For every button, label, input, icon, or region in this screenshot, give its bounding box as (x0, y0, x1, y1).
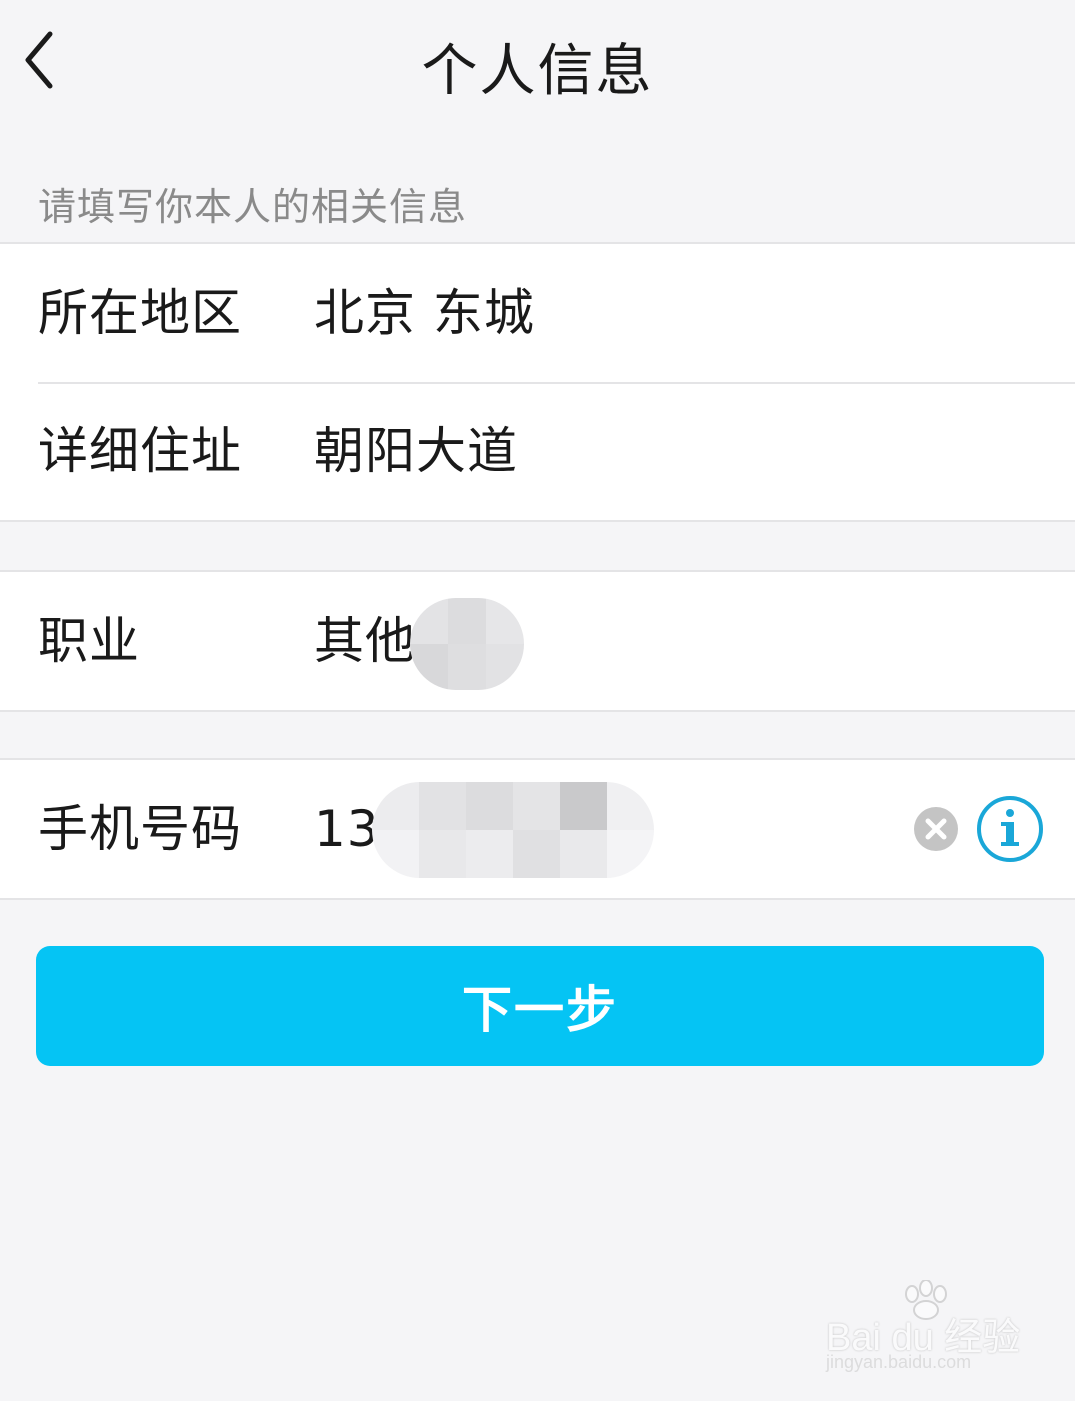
address-group: 所在地区 北京 东城 详细住址 朝阳大道 (0, 242, 1075, 522)
watermark-url: jingyan.baidu.com (826, 1352, 972, 1372)
phone-group: 手机号码 13 (0, 758, 1075, 900)
phone-info-button[interactable] (976, 795, 1044, 863)
nav-header: 个人信息 (0, 0, 1075, 120)
phone-input[interactable]: 13 (314, 760, 380, 898)
job-privacy-mask (410, 598, 524, 690)
address-label: 详细住址 (38, 422, 242, 480)
phone-row[interactable]: 手机号码 13 (0, 760, 1075, 898)
page-title: 个人信息 (421, 39, 654, 104)
region-label: 所在地区 (38, 284, 242, 342)
clear-icon (925, 818, 947, 840)
form-hint: 请填写你本人的相关信息 (38, 185, 468, 229)
baidu-watermark: Bai du 经验 jingyan.baidu.com (822, 1280, 1022, 1380)
info-icon (977, 796, 1043, 862)
address-row[interactable]: 详细住址 朝阳大道 (0, 382, 1075, 520)
job-value[interactable]: 其他 (314, 572, 416, 710)
job-group: 职业 其他 (0, 570, 1075, 712)
personal-info-page: 个人信息 请填写你本人的相关信息 所在地区 北京 东城 详细住址 朝阳大道 职业… (0, 0, 1075, 1401)
region-row[interactable]: 所在地区 北京 东城 (0, 244, 1075, 382)
job-label: 职业 (38, 612, 140, 670)
phone-privacy-mask (372, 782, 654, 878)
next-step-button[interactable]: 下一步 (36, 946, 1044, 1066)
address-value[interactable]: 朝阳大道 (314, 382, 518, 520)
job-row[interactable]: 职业 其他 (0, 572, 1075, 710)
phone-label: 手机号码 (38, 800, 242, 858)
clear-phone-button[interactable] (914, 807, 958, 851)
region-value[interactable]: 北京 东城 (314, 244, 535, 382)
